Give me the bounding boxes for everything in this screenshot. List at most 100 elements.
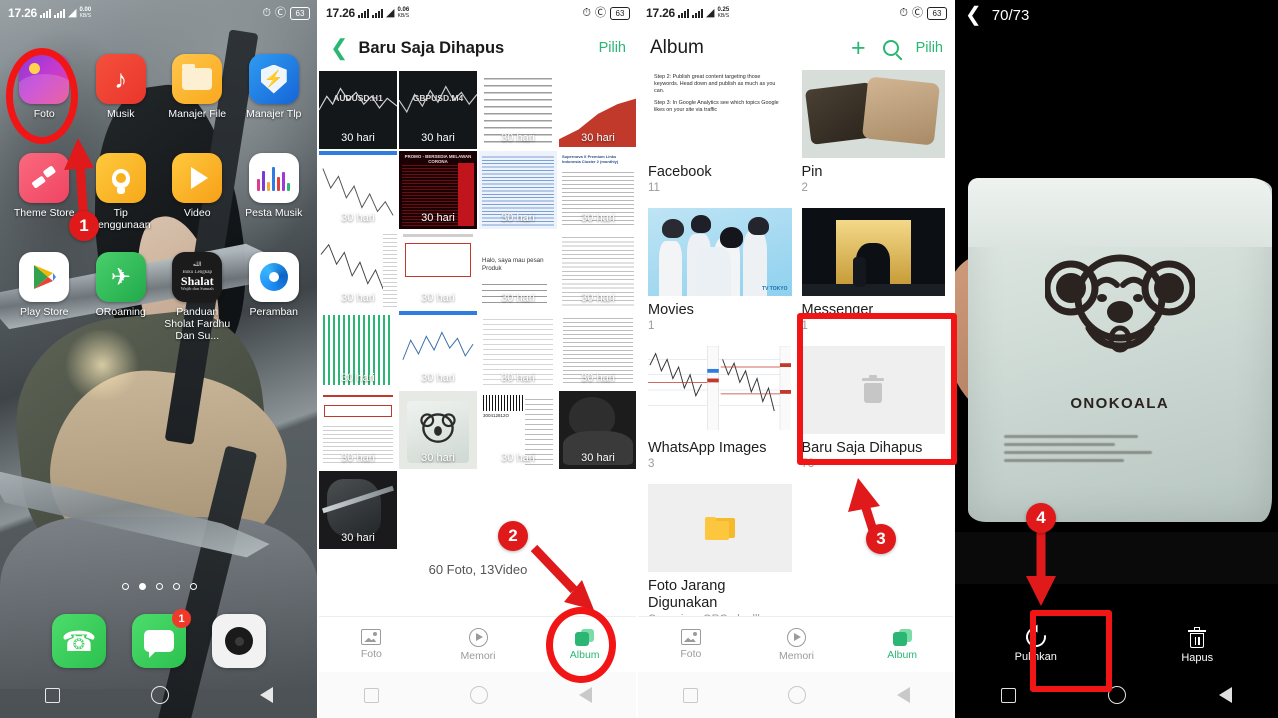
thumb-cell[interactable]: AUDUSD.H1 30 hari <box>318 70 398 150</box>
home-icon[interactable] <box>788 686 807 704</box>
plus-icon[interactable]: + <box>851 35 866 61</box>
thumb-cell[interactable]: 30 hari <box>318 230 398 310</box>
album-thumbnail[interactable]: Step 2: Publish great content targeting … <box>648 70 792 158</box>
thumbnail[interactable]: 30 hari <box>319 471 397 549</box>
album-pin[interactable]: Pin 2 <box>797 70 951 208</box>
thumbnail[interactable]: 30 hari <box>399 311 477 389</box>
thumbnail[interactable]: 30 hari <box>559 391 637 469</box>
back-chevron-icon[interactable]: ❮ <box>330 37 348 59</box>
tab-memori[interactable]: Memori <box>744 617 850 672</box>
select-button[interactable]: Pilih <box>916 40 943 56</box>
thumbnail[interactable]: 30 hari <box>319 231 397 309</box>
thumb-cell[interactable]: 30 hari <box>318 390 398 470</box>
music-app-icon[interactable]: ♪ <box>95 54 146 104</box>
album-thumbnail[interactable] <box>801 208 945 296</box>
thumb-cell[interactable]: 30 hari <box>318 470 398 550</box>
thumbnail[interactable]: 300412812O 30 hari <box>479 391 557 469</box>
app-manajer-file[interactable]: Manajer File <box>159 48 236 147</box>
thumb-cell[interactable]: 30 hari <box>398 310 478 390</box>
thumbnail[interactable]: 30 hari <box>399 391 477 469</box>
music-party-icon[interactable] <box>248 153 299 203</box>
page-dot[interactable] <box>155 583 163 590</box>
phone-manager-icon[interactable]: ⚡ <box>248 54 299 104</box>
thumb-cell[interactable]: 30 hari <box>558 70 638 150</box>
thumbnail[interactable]: 30 hari <box>479 311 557 389</box>
tab-foto[interactable]: Foto <box>638 617 744 672</box>
tab-album[interactable]: Album <box>849 617 955 672</box>
back-icon[interactable] <box>1218 687 1232 703</box>
thumb-cell[interactable]: Halo, saya mau pesan Produk 30 hari <box>478 230 558 310</box>
app-tip-penggunaan[interactable]: Tip Penggunaan <box>83 147 160 246</box>
browser-icon[interactable] <box>248 252 299 302</box>
album-facebook[interactable]: Step 2: Publish great content targeting … <box>643 70 797 208</box>
album-thumbnail[interactable] <box>648 346 792 434</box>
recents-icon[interactable] <box>45 687 61 703</box>
thumbnail[interactable]: 30 hari <box>559 71 637 149</box>
thumbnail[interactable]: 30 hari <box>479 71 557 149</box>
restore-button[interactable]: Pulihkan <box>955 618 1117 672</box>
album-thumbnail[interactable]: TV TOKYO <box>648 208 792 296</box>
app-musik[interactable]: ♪ Musik <box>83 48 160 147</box>
page-dot[interactable] <box>121 583 129 590</box>
album-thumbnail[interactable] <box>801 346 945 434</box>
usage-tips-icon[interactable] <box>95 153 146 203</box>
page-dot[interactable] <box>189 583 197 590</box>
thumbnail[interactable]: 30 hari <box>559 311 637 389</box>
back-icon[interactable] <box>259 687 273 703</box>
video-app-icon[interactable] <box>172 153 223 203</box>
page-dot[interactable] <box>172 583 180 590</box>
album-thumbnail[interactable] <box>801 70 945 158</box>
thumb-cell[interactable]: PROMO - BERSEDIA MELAWAN CORONA 30 hari <box>398 150 478 230</box>
album-messenger[interactable]: Messenger 1 <box>797 208 951 346</box>
album-movies[interactable]: TV TOKYO Movies 1 <box>643 208 797 346</box>
tab-album[interactable]: Album <box>531 617 638 672</box>
app-oroaming[interactable]: ✈ ORoaming <box>83 246 160 345</box>
play-store-icon[interactable] <box>19 252 70 302</box>
app-foto[interactable]: Foto <box>6 48 83 147</box>
app-peramban[interactable]: Peramban <box>236 246 313 345</box>
back-chevron-icon[interactable]: ❮ <box>965 5 982 25</box>
theme-store-icon[interactable] <box>19 153 70 203</box>
thumbnail[interactable]: AUDUSD.H1 30 hari <box>319 71 397 149</box>
thumb-cell[interactable]: 30 hari <box>558 310 638 390</box>
thumbnail[interactable]: 30 hari <box>559 231 637 309</box>
thumb-cell[interactable]: 30 hari <box>398 390 478 470</box>
recents-icon[interactable] <box>363 687 379 703</box>
page-dot-active[interactable] <box>138 583 146 590</box>
thumbnail[interactable]: 30 hari <box>479 151 557 229</box>
photo-viewport[interactable]: ONOKOALA <box>955 30 1278 618</box>
recents-icon[interactable] <box>683 687 699 703</box>
home-icon[interactable] <box>1108 686 1127 704</box>
thumbnail[interactable]: Supernova X Premium Links Indonesia Clus… <box>559 151 637 229</box>
thumb-cell[interactable]: 30 hari <box>478 150 558 230</box>
tab-memori[interactable]: Memori <box>425 617 532 672</box>
thumb-cell[interactable]: 30 hari <box>398 230 478 310</box>
thumbnail[interactable]: 30 hari <box>319 151 397 229</box>
thumb-cell[interactable]: 30 hari <box>318 150 398 230</box>
thumb-cell[interactable]: 30 hari <box>558 390 638 470</box>
app-theme-store[interactable]: Theme Store <box>6 147 83 246</box>
home-icon[interactable] <box>150 686 169 704</box>
thumb-cell[interactable]: Supernova X Premium Links Indonesia Clus… <box>558 150 638 230</box>
oroaming-icon[interactable]: ✈ <box>95 252 146 302</box>
photos-app-icon[interactable] <box>19 54 70 104</box>
app-pesta-musik[interactable]: Pesta Musik <box>236 147 313 246</box>
thumb-cell[interactable]: 30 hari <box>318 310 398 390</box>
album-whatsapp-images[interactable]: WhatsApp Images 3 <box>643 346 797 484</box>
file-manager-icon[interactable] <box>172 54 223 104</box>
thumb-cell[interactable]: 30 hari <box>478 70 558 150</box>
thumb-cell[interactable]: GBPUSD.M4 30 hari <box>398 70 478 150</box>
thumbnail[interactable]: 30 hari <box>399 231 477 309</box>
thumb-cell[interactable]: 300412812O 30 hari <box>478 390 558 470</box>
thumbnail[interactable]: Halo, saya mau pesan Produk 30 hari <box>479 231 557 309</box>
app-panduan-sholat[interactable]: الله Buku Lengkap Shalat Wajib dan Sunna… <box>159 246 236 345</box>
app-video[interactable]: Video <box>159 147 236 246</box>
messages-icon[interactable]: 1 <box>132 609 191 668</box>
thumbnail[interactable]: GBPUSD.M4 30 hari <box>399 71 477 149</box>
back-icon[interactable] <box>579 687 593 703</box>
recents-icon[interactable] <box>1001 687 1017 703</box>
delete-button[interactable]: Hapus <box>1117 618 1278 672</box>
camera-icon[interactable] <box>212 614 266 668</box>
shalat-guide-icon[interactable]: الله Buku Lengkap Shalat Wajib dan Sunna… <box>172 252 223 302</box>
thumbnail[interactable]: 30 hari <box>319 391 397 469</box>
